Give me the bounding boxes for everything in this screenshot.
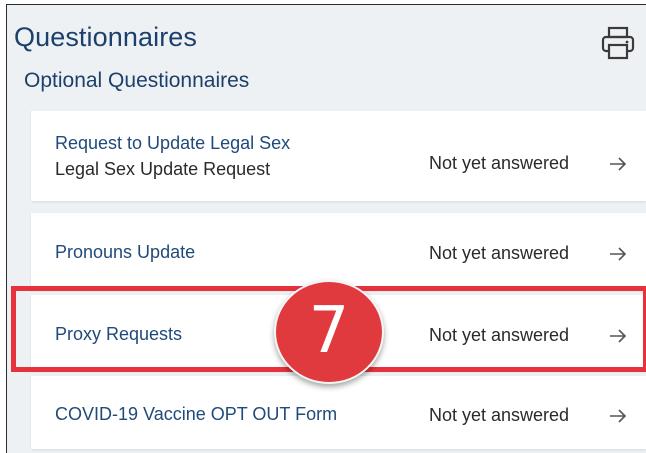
questionnaire-title[interactable]: COVID-19 Vaccine OPT OUT Form bbox=[55, 401, 337, 427]
questionnaires-panel: Questionnaires Optional Questionnaires R… bbox=[6, 4, 646, 453]
questionnaire-title[interactable]: Pronouns Update bbox=[55, 239, 195, 265]
print-button[interactable] bbox=[600, 25, 636, 61]
page-title: Questionnaires bbox=[14, 22, 198, 52]
status-text: Not yet answered bbox=[429, 405, 570, 425]
questionnaire-title[interactable]: Request to Update Legal Sex bbox=[55, 130, 290, 156]
questionnaire-label: COVID-19 Vaccine OPT OUT Form bbox=[55, 401, 337, 427]
status-text: Not yet answered bbox=[429, 153, 570, 173]
printer-icon bbox=[601, 26, 635, 60]
questionnaire-title[interactable]: Proxy Requests bbox=[55, 321, 182, 347]
arrow-right-icon bbox=[610, 329, 627, 343]
questionnaire-label: Proxy Requests bbox=[55, 321, 182, 347]
step-number-badge: 7 bbox=[274, 280, 384, 384]
questionnaire-label: Pronouns Update bbox=[55, 239, 195, 265]
questionnaire-card-pronouns[interactable]: Pronouns Update Not yet answered bbox=[31, 213, 646, 290]
questionnaire-label: Request to Update Legal Sex Legal Sex Up… bbox=[55, 130, 290, 182]
questionnaire-card-covid-opt-out[interactable]: COVID-19 Vaccine OPT OUT Form Not yet an… bbox=[31, 376, 646, 449]
questionnaire-card-legal-sex[interactable]: Request to Update Legal Sex Legal Sex Up… bbox=[31, 111, 646, 201]
arrow-right-icon bbox=[610, 409, 627, 423]
status-text: Not yet answered bbox=[429, 325, 570, 345]
status-text: Not yet answered bbox=[429, 243, 570, 263]
questionnaire-subtitle: Legal Sex Update Request bbox=[55, 159, 271, 179]
arrow-right-icon bbox=[610, 157, 627, 171]
arrow-right-icon bbox=[610, 247, 627, 261]
section-title: Optional Questionnaires bbox=[24, 69, 250, 92]
